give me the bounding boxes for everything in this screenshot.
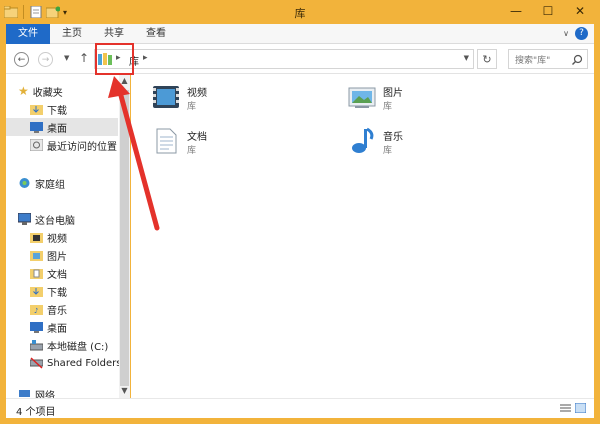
- library-name: 音乐: [383, 132, 403, 143]
- sidebar-item-label: 图片: [47, 251, 67, 263]
- documents-folder-icon: [30, 269, 43, 279]
- status-bar: 4 个项目: [6, 398, 594, 418]
- back-icon[interactable]: ←: [14, 52, 29, 67]
- video-folder-icon: [30, 233, 43, 243]
- sidebar-item-label: 下载: [47, 287, 67, 299]
- close-button[interactable]: ✕: [566, 2, 594, 20]
- sidebar-item-label: 家庭组: [35, 179, 65, 191]
- search-placeholder: 搜索"库": [515, 56, 551, 66]
- sidebar-item-label: 桌面: [47, 123, 67, 135]
- library-type: 库: [383, 146, 393, 156]
- window-controls: — ☐ ✕: [502, 2, 594, 20]
- homegroup-icon: [19, 178, 30, 188]
- sidebar-item-desktop[interactable]: 桌面: [6, 118, 118, 136]
- sidebar-item-label: Shared Folders: [47, 357, 122, 369]
- sidebar-item-label: 音乐: [47, 305, 67, 317]
- desktop-icon: [30, 122, 43, 133]
- sidebar-item-label: 收藏夹: [32, 87, 63, 99]
- recent-places-icon: [30, 139, 43, 151]
- library-pictures[interactable]: 图片 库: [347, 82, 527, 116]
- scroll-up-icon[interactable]: ▲: [119, 76, 130, 85]
- file-list: 视频 库 图片 库 文档 库 音乐 库: [131, 74, 594, 398]
- sidebar-item-label: 最近访问的位置: [47, 141, 117, 153]
- details-view-icon[interactable]: [560, 403, 571, 413]
- sidebar-item-label: 文档: [47, 269, 67, 281]
- scroll-thumb[interactable]: [120, 90, 129, 386]
- desktop-icon: [30, 322, 43, 333]
- tab-view[interactable]: 查看: [146, 24, 166, 44]
- minimize-button[interactable]: —: [502, 2, 530, 20]
- music-folder-icon: ♪: [30, 305, 43, 315]
- ribbon-controls: ∨ ?: [563, 27, 588, 40]
- forward-icon[interactable]: →: [38, 52, 53, 67]
- maximize-button[interactable]: ☐: [534, 2, 562, 20]
- library-music[interactable]: 音乐 库: [347, 126, 527, 160]
- address-bar[interactable]: ▸ 库 ▸ ▼: [94, 49, 474, 69]
- help-icon[interactable]: ?: [575, 27, 588, 40]
- library-videos[interactable]: 视频 库: [151, 82, 331, 116]
- library-type: 库: [187, 102, 197, 112]
- sidebar-item-favorites[interactable]: ★ 收藏夹: [18, 82, 130, 100]
- tab-home[interactable]: 主页: [62, 24, 82, 44]
- network-drive-icon: [30, 357, 43, 369]
- sidebar-item-label: 这台电脑: [35, 215, 75, 227]
- library-name: 图片: [383, 88, 403, 99]
- tab-file[interactable]: 文件: [6, 24, 50, 44]
- library-documents[interactable]: 文档 库: [151, 126, 331, 160]
- documents-library-icon: [156, 128, 177, 154]
- item-count: 4 个项目: [16, 407, 56, 418]
- sidebar-item-label: 下载: [47, 105, 67, 117]
- svg-text:♪: ♪: [34, 307, 38, 315]
- recent-locations-caret-icon[interactable]: ▼: [64, 54, 69, 62]
- pictures-library-icon: [348, 87, 376, 108]
- expand-ribbon-icon[interactable]: ∨: [563, 29, 569, 38]
- explorer-window: ▾ 库 — ☐ ✕ 文件 主页 共享 查看 ∨ ? ← → ▼ ↑ ▸ 库 ▸ …: [0, 0, 600, 424]
- video-library-icon: [153, 86, 179, 108]
- sidebar-scrollbar[interactable]: ▲ ▼: [119, 74, 130, 398]
- breadcrumb-chevron-icon[interactable]: ▸: [143, 53, 148, 63]
- sidebar-item-label: 本地磁盘 (C:): [47, 341, 109, 353]
- view-toggle: [560, 403, 586, 413]
- downloads-folder-icon: [30, 105, 43, 115]
- library-type: 库: [187, 146, 197, 156]
- music-library-icon: [352, 127, 374, 153]
- ribbon-tabs: 文件 主页 共享 查看 ∨ ?: [6, 24, 594, 44]
- large-icons-view-icon[interactable]: [575, 403, 586, 413]
- annotation-highlight-box: [95, 43, 134, 75]
- sidebar-item-homegroup[interactable]: 家庭组: [18, 174, 130, 192]
- title-bar: ▾ 库 — ☐ ✕: [0, 0, 600, 24]
- address-dropdown-icon[interactable]: ▼: [464, 54, 469, 62]
- sidebar-item-this-pc[interactable]: 这台电脑: [18, 210, 130, 228]
- library-name: 视频: [187, 88, 207, 99]
- library-type: 库: [383, 102, 393, 112]
- computer-icon: [18, 213, 31, 225]
- library-name: 文档: [187, 132, 207, 143]
- sidebar-item-label: 桌面: [47, 323, 67, 335]
- drive-icon: [30, 340, 43, 351]
- pictures-folder-icon: [30, 251, 43, 261]
- star-icon: ★: [18, 84, 29, 98]
- up-arrow-icon[interactable]: ↑: [79, 51, 89, 65]
- sidebar-item-label: 视频: [47, 233, 67, 245]
- search-icon[interactable]: [572, 54, 583, 65]
- navigation-pane: ★ 收藏夹 下载 桌面 最近访问的位置 家庭组 这台电脑 视频 图片 文档 下载…: [6, 74, 130, 400]
- scroll-down-icon[interactable]: ▼: [119, 386, 130, 395]
- search-input[interactable]: 搜索"库": [508, 49, 588, 69]
- refresh-icon[interactable]: ↻: [477, 49, 497, 69]
- downloads-folder-icon: [30, 287, 43, 297]
- tab-share[interactable]: 共享: [104, 24, 124, 44]
